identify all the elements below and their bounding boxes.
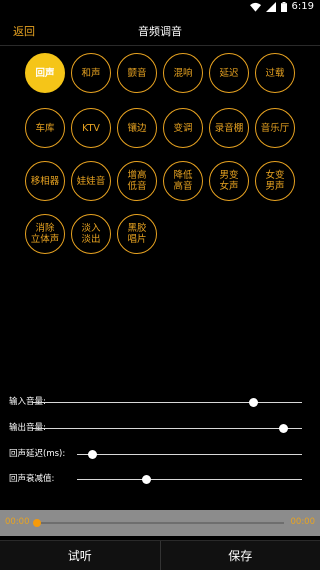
effect-button[interactable]: 降低 高音 bbox=[163, 161, 203, 201]
slider-row: 回声衰减值: bbox=[0, 470, 320, 488]
status-icons: 6:19 bbox=[249, 1, 314, 12]
effect-button[interactable]: 黑胶 唱片 bbox=[117, 214, 157, 254]
slider-track[interactable] bbox=[33, 428, 302, 429]
slider-thumb[interactable] bbox=[88, 450, 98, 459]
save-button[interactable]: 保存 bbox=[161, 541, 320, 570]
slider-row: 回声延迟(ms): bbox=[0, 445, 320, 463]
effect-button[interactable]: 消除 立体声 bbox=[25, 214, 65, 254]
slider-label: 输入音量: bbox=[9, 397, 46, 407]
effect-button[interactable]: 和声 bbox=[71, 53, 111, 93]
page-title: 音频调音 bbox=[138, 25, 182, 38]
effect-button[interactable]: 移相器 bbox=[25, 161, 65, 201]
slider-label: 回声衰减值: bbox=[9, 474, 55, 484]
slider-thumb[interactable] bbox=[142, 475, 152, 484]
slider-track[interactable] bbox=[77, 479, 302, 480]
status-time: 6:19 bbox=[291, 1, 314, 12]
effect-button[interactable]: 过载 bbox=[255, 53, 295, 93]
effect-button[interactable]: 镶边 bbox=[117, 108, 157, 148]
effect-button[interactable]: 混响 bbox=[163, 53, 203, 93]
effect-button[interactable]: 娃娃音 bbox=[71, 161, 111, 201]
bottom-bar: 试听 保存 bbox=[0, 540, 320, 570]
wifi-icon bbox=[249, 2, 261, 12]
slider-label: 输出音量: bbox=[9, 423, 46, 433]
effect-button[interactable]: 录音棚 bbox=[209, 108, 249, 148]
slider-label: 回声延迟(ms): bbox=[9, 449, 66, 459]
effect-button[interactable]: 车库 bbox=[25, 108, 65, 148]
player-total-time: 00:00 bbox=[290, 517, 316, 527]
slider-row: 输出音量: bbox=[0, 419, 320, 437]
effect-button[interactable]: 淡入 淡出 bbox=[71, 214, 111, 254]
effect-button[interactable]: 回声 bbox=[25, 53, 65, 93]
preview-button[interactable]: 试听 bbox=[0, 541, 160, 570]
audio-player: 00:00 00:00 bbox=[0, 510, 320, 536]
player-progress-track[interactable] bbox=[36, 522, 284, 524]
slider-row: 输入音量: bbox=[0, 393, 320, 411]
player-current-time: 00:00 bbox=[5, 517, 30, 527]
slider-thumb[interactable] bbox=[249, 398, 259, 407]
slider-track[interactable] bbox=[33, 402, 302, 403]
slider-thumb[interactable] bbox=[278, 424, 288, 433]
effect-button[interactable]: 女变 男声 bbox=[255, 161, 295, 201]
effect-button[interactable]: 颤音 bbox=[117, 53, 157, 93]
effect-button[interactable]: 延迟 bbox=[209, 53, 249, 93]
player-progress-thumb[interactable] bbox=[33, 519, 41, 527]
effect-button[interactable]: 男变 女声 bbox=[209, 161, 249, 201]
signal-icon bbox=[265, 1, 276, 12]
status-bar: 6:19 bbox=[0, 0, 320, 16]
top-bar: 返回 音频调音 bbox=[0, 16, 320, 46]
effect-button[interactable]: 增高 低音 bbox=[117, 161, 157, 201]
effect-button[interactable]: 音乐厅 bbox=[255, 108, 295, 148]
slider-track[interactable] bbox=[77, 454, 302, 455]
effect-button[interactable]: KTV bbox=[71, 108, 111, 148]
effect-button[interactable]: 变调 bbox=[163, 108, 203, 148]
battery-icon bbox=[280, 1, 287, 12]
